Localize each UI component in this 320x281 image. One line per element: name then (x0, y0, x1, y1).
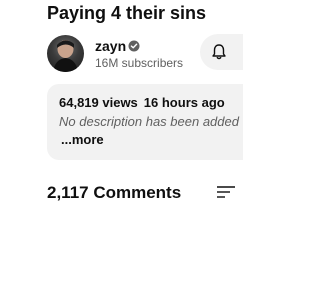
video-watch-page: Paying 4 their sins zayn 16M subscribers… (0, 0, 243, 281)
channel-avatar[interactable] (47, 35, 84, 72)
show-more-link[interactable]: ...more (61, 132, 104, 147)
sort-icon[interactable] (216, 184, 236, 200)
channel-name[interactable]: zayn (95, 38, 126, 54)
description-panel[interactable]: 64,819 views 16 hours ago No description … (47, 84, 243, 160)
description-meta: 64,819 views 16 hours ago (59, 95, 225, 110)
description-text: No description has been added t (59, 114, 243, 129)
subscriber-count: 16M subscribers (95, 56, 184, 70)
comments-count[interactable]: 2,117 Comments (47, 183, 181, 203)
view-count: 64,819 views (59, 95, 138, 110)
bell-icon (212, 44, 226, 60)
verified-check-icon (128, 40, 140, 52)
upload-time: 16 hours ago (143, 95, 225, 110)
video-title: Paying 4 their sins (47, 3, 207, 23)
